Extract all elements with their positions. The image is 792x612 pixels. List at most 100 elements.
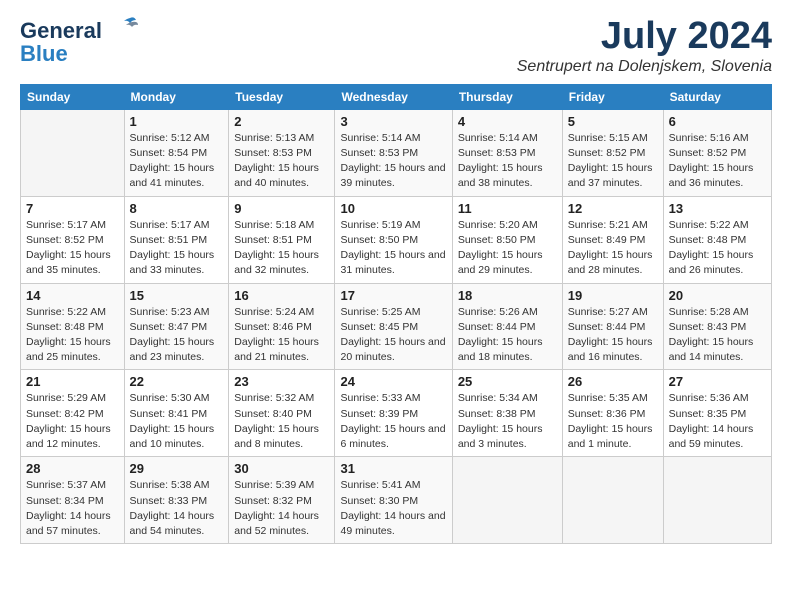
week-row: 7 Sunrise: 5:17 AMSunset: 8:52 PMDaylight… — [21, 196, 772, 283]
day-info: Sunrise: 5:12 AMSunset: 8:54 PMDaylight:… — [130, 131, 224, 192]
day-cell: 30Sunrise: 5:39 AMSunset: 8:32 PMDayligh… — [229, 457, 335, 544]
day-number: 3 — [340, 114, 446, 129]
day-number: 18 — [458, 288, 557, 303]
day-number: 24 — [340, 374, 446, 389]
day-cell: 9 Sunrise: 5:18 AMSunset: 8:51 PMDaylight… — [229, 196, 335, 283]
day-number: 9 — [234, 201, 329, 216]
day-number: 22 — [130, 374, 224, 389]
day-number: 31 — [340, 461, 446, 476]
day-info: Sunrise: 5:34 AMSunset: 8:38 PMDaylight:… — [458, 391, 557, 452]
day-info: Sunrise: 5:24 AMSunset: 8:46 PMDaylight:… — [234, 305, 329, 366]
day-info: Sunrise: 5:16 AMSunset: 8:52 PMDaylight:… — [669, 131, 766, 192]
day-cell: 15 Sunrise: 5:23 AMSunset: 8:47 PMDayligh… — [124, 283, 229, 370]
day-info: Sunrise: 5:37 AMSunset: 8:34 PMDaylight:… — [26, 478, 119, 539]
week-row: 14 Sunrise: 5:22 AMSunset: 8:48 PMDayligh… — [21, 283, 772, 370]
day-number: 14 — [26, 288, 119, 303]
day-info: Sunrise: 5:17 AMSunset: 8:51 PMDaylight:… — [130, 218, 224, 279]
header-row: SundayMondayTuesdayWednesdayThursdayFrid… — [21, 84, 772, 109]
day-cell: 26Sunrise: 5:35 AMSunset: 8:36 PMDayligh… — [562, 370, 663, 457]
day-info: Sunrise: 5:23 AMSunset: 8:47 PMDaylight:… — [130, 305, 224, 366]
day-number: 1 — [130, 114, 224, 129]
logo: General Blue — [20, 16, 138, 65]
logo-blue-text: Blue — [20, 43, 68, 65]
day-number: 11 — [458, 201, 557, 216]
day-number: 15 — [130, 288, 224, 303]
day-info: Sunrise: 5:15 AMSunset: 8:52 PMDaylight:… — [568, 131, 658, 192]
day-cell: 12 Sunrise: 5:21 AMSunset: 8:49 PMDayligh… — [562, 196, 663, 283]
day-cell: 16 Sunrise: 5:24 AMSunset: 8:46 PMDayligh… — [229, 283, 335, 370]
day-number: 12 — [568, 201, 658, 216]
day-cell: 1 Sunrise: 5:12 AMSunset: 8:54 PMDaylight… — [124, 109, 229, 196]
day-cell: 3Sunrise: 5:14 AMSunset: 8:53 PMDaylight… — [335, 109, 452, 196]
week-row: 28 Sunrise: 5:37 AMSunset: 8:34 PMDayligh… — [21, 457, 772, 544]
day-cell: 19 Sunrise: 5:27 AMSunset: 8:44 PMDayligh… — [562, 283, 663, 370]
day-number: 29 — [130, 461, 224, 476]
day-cell — [562, 457, 663, 544]
day-info: Sunrise: 5:28 AMSunset: 8:43 PMDaylight:… — [669, 305, 766, 366]
day-cell: 10 Sunrise: 5:19 AMSunset: 8:50 PMDayligh… — [335, 196, 452, 283]
day-info: Sunrise: 5:41 AMSunset: 8:30 PMDaylight:… — [340, 478, 446, 539]
day-info: Sunrise: 5:29 AMSunset: 8:42 PMDaylight:… — [26, 391, 119, 452]
day-cell: 4Sunrise: 5:14 AMSunset: 8:53 PMDaylight… — [452, 109, 562, 196]
day-number: 28 — [26, 461, 119, 476]
day-cell: 25 Sunrise: 5:34 AMSunset: 8:38 PMDayligh… — [452, 370, 562, 457]
logo-general-text: General — [20, 18, 102, 43]
day-info: Sunrise: 5:32 AMSunset: 8:40 PMDaylight:… — [234, 391, 329, 452]
day-cell: 24Sunrise: 5:33 AMSunset: 8:39 PMDayligh… — [335, 370, 452, 457]
location-title: Sentrupert na Dolenjskem, Slovenia — [517, 58, 772, 76]
day-cell: 8 Sunrise: 5:17 AMSunset: 8:51 PMDaylight… — [124, 196, 229, 283]
day-cell: 14 Sunrise: 5:22 AMSunset: 8:48 PMDayligh… — [21, 283, 125, 370]
day-cell: 5 Sunrise: 5:15 AMSunset: 8:52 PMDaylight… — [562, 109, 663, 196]
day-cell — [663, 457, 771, 544]
day-number: 7 — [26, 201, 119, 216]
day-number: 2 — [234, 114, 329, 129]
day-number: 10 — [340, 201, 446, 216]
header-cell-saturday: Saturday — [663, 84, 771, 109]
day-number: 17 — [340, 288, 446, 303]
day-cell: 2 Sunrise: 5:13 AMSunset: 8:53 PMDaylight… — [229, 109, 335, 196]
day-info: Sunrise: 5:22 AMSunset: 8:48 PMDaylight:… — [26, 305, 119, 366]
day-number: 20 — [669, 288, 766, 303]
day-info: Sunrise: 5:18 AMSunset: 8:51 PMDaylight:… — [234, 218, 329, 279]
day-number: 21 — [26, 374, 119, 389]
day-info: Sunrise: 5:27 AMSunset: 8:44 PMDaylight:… — [568, 305, 658, 366]
day-number: 27 — [669, 374, 766, 389]
day-cell: 7 Sunrise: 5:17 AMSunset: 8:52 PMDaylight… — [21, 196, 125, 283]
day-number: 26 — [568, 374, 658, 389]
day-number: 16 — [234, 288, 329, 303]
calendar-body: 1 Sunrise: 5:12 AMSunset: 8:54 PMDaylight… — [21, 109, 772, 543]
day-number: 8 — [130, 201, 224, 216]
day-cell: 27 Sunrise: 5:36 AMSunset: 8:35 PMDayligh… — [663, 370, 771, 457]
day-number: 23 — [234, 374, 329, 389]
title-area: July 2024 Sentrupert na Dolenjskem, Slov… — [517, 16, 772, 76]
header-cell-sunday: Sunday — [21, 84, 125, 109]
week-row: 21 Sunrise: 5:29 AMSunset: 8:42 PMDayligh… — [21, 370, 772, 457]
day-cell — [452, 457, 562, 544]
calendar-header: SundayMondayTuesdayWednesdayThursdayFrid… — [21, 84, 772, 109]
day-cell: 28 Sunrise: 5:37 AMSunset: 8:34 PMDayligh… — [21, 457, 125, 544]
header-cell-thursday: Thursday — [452, 84, 562, 109]
day-number: 19 — [568, 288, 658, 303]
day-cell — [21, 109, 125, 196]
day-info: Sunrise: 5:30 AMSunset: 8:41 PMDaylight:… — [130, 391, 224, 452]
day-cell: 23 Sunrise: 5:32 AMSunset: 8:40 PMDayligh… — [229, 370, 335, 457]
day-number: 25 — [458, 374, 557, 389]
logo-bird-icon — [110, 16, 138, 38]
week-row: 1 Sunrise: 5:12 AMSunset: 8:54 PMDaylight… — [21, 109, 772, 196]
day-cell: 6Sunrise: 5:16 AMSunset: 8:52 PMDaylight… — [663, 109, 771, 196]
month-title: July 2024 — [517, 16, 772, 58]
day-info: Sunrise: 5:22 AMSunset: 8:48 PMDaylight:… — [669, 218, 766, 279]
day-info: Sunrise: 5:36 AMSunset: 8:35 PMDaylight:… — [669, 391, 766, 452]
day-cell: 17Sunrise: 5:25 AMSunset: 8:45 PMDayligh… — [335, 283, 452, 370]
day-cell: 11Sunrise: 5:20 AMSunset: 8:50 PMDayligh… — [452, 196, 562, 283]
day-info: Sunrise: 5:38 AMSunset: 8:33 PMDaylight:… — [130, 478, 224, 539]
day-info: Sunrise: 5:21 AMSunset: 8:49 PMDaylight:… — [568, 218, 658, 279]
calendar-table: SundayMondayTuesdayWednesdayThursdayFrid… — [20, 84, 772, 544]
day-cell: 21 Sunrise: 5:29 AMSunset: 8:42 PMDayligh… — [21, 370, 125, 457]
day-info: Sunrise: 5:13 AMSunset: 8:53 PMDaylight:… — [234, 131, 329, 192]
day-number: 5 — [568, 114, 658, 129]
day-info: Sunrise: 5:19 AMSunset: 8:50 PMDaylight:… — [340, 218, 446, 279]
day-info: Sunrise: 5:17 AMSunset: 8:52 PMDaylight:… — [26, 218, 119, 279]
page-header: General Blue July 2024 Sentrupert na Dol… — [20, 16, 772, 76]
day-info: Sunrise: 5:39 AMSunset: 8:32 PMDaylight:… — [234, 478, 329, 539]
